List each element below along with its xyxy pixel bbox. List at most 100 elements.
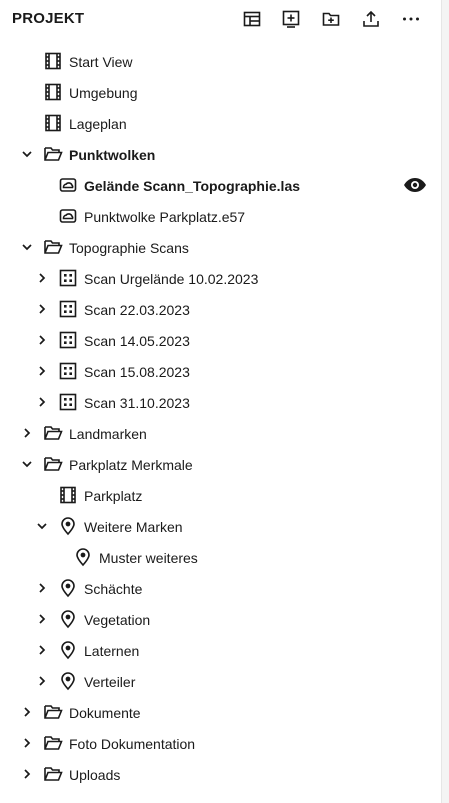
chevron-right-icon[interactable] bbox=[35, 674, 49, 688]
tree-item-label: Parkplatz bbox=[84, 488, 143, 504]
tree-item-label: Scan 14.05.2023 bbox=[84, 333, 190, 349]
tree-item[interactable]: Punktwolke Parkplatz.e57 bbox=[0, 201, 441, 232]
tree-item-label: Gelände Scann_Topographie.las bbox=[84, 178, 301, 194]
tree-item-label: Scan 22.03.2023 bbox=[84, 302, 190, 318]
tree-item-label: Punktwolke Parkplatz.e57 bbox=[84, 209, 246, 225]
folder-open-icon bbox=[43, 237, 63, 257]
scrollbar[interactable] bbox=[441, 0, 449, 803]
tree-item[interactable]: Parkplatz bbox=[0, 480, 441, 511]
chevron-right-icon[interactable] bbox=[20, 426, 34, 440]
tree-item-label: Verteiler bbox=[84, 674, 136, 690]
tree-item[interactable]: Scan Urgelände 10.02.2023 bbox=[0, 263, 441, 294]
tree-item[interactable]: Landmarken bbox=[0, 418, 441, 449]
tree-item[interactable]: Start View bbox=[0, 46, 441, 77]
chevron-right-icon[interactable] bbox=[20, 767, 34, 781]
chevron-right-icon[interactable] bbox=[35, 643, 49, 657]
chevron-right-icon[interactable] bbox=[20, 705, 34, 719]
tree-item-label: Parkplatz Merkmale bbox=[69, 457, 193, 473]
pointcloud-icon bbox=[58, 175, 78, 195]
tree-item-label: Foto Dokumentation bbox=[69, 736, 196, 752]
tree-item-label: Start View bbox=[69, 54, 133, 70]
tree-item-label: Scan 31.10.2023 bbox=[84, 395, 190, 411]
tree-item[interactable]: Laternen bbox=[0, 635, 441, 666]
tree-item-label: Muster weiteres bbox=[99, 550, 198, 566]
tree-item[interactable]: Weitere Marken bbox=[0, 511, 441, 542]
upload-icon[interactable] bbox=[360, 8, 382, 30]
chevron-right-icon[interactable] bbox=[35, 333, 49, 347]
tree-item[interactable]: Uploads bbox=[0, 759, 441, 790]
project-tree: Start View Umgebung Lageplan Punktwolken Gel… bbox=[0, 46, 441, 790]
more-icon[interactable] bbox=[400, 8, 422, 30]
chevron-down-icon[interactable] bbox=[20, 147, 34, 161]
folder-icon bbox=[43, 423, 63, 443]
chevron-down-icon[interactable] bbox=[20, 240, 34, 254]
pin-icon bbox=[73, 547, 93, 567]
tree-item[interactable]: Dokumente bbox=[0, 697, 441, 728]
chevron-right-icon[interactable] bbox=[35, 581, 49, 595]
tree-item[interactable]: Foto Dokumentation bbox=[0, 728, 441, 759]
panel-header: PROJEKT bbox=[0, 0, 441, 40]
tree-item-label: Schächte bbox=[84, 581, 143, 597]
tree-item-label: Scan 15.08.2023 bbox=[84, 364, 190, 380]
pin-icon bbox=[58, 640, 78, 660]
chevron-right-icon[interactable] bbox=[35, 364, 49, 378]
tree-item-label: Uploads bbox=[69, 767, 121, 783]
pointcloud-icon bbox=[58, 206, 78, 226]
scan-icon bbox=[58, 330, 78, 350]
tree-item[interactable]: Schächte bbox=[0, 573, 441, 604]
layout-icon[interactable] bbox=[241, 8, 263, 30]
tree-item-label: Topographie Scans bbox=[69, 240, 189, 256]
tree-item[interactable]: Vegetation bbox=[0, 604, 441, 635]
chevron-right-icon[interactable] bbox=[35, 271, 49, 285]
tree-item[interactable]: Scan 31.10.2023 bbox=[0, 387, 441, 418]
pin-icon bbox=[58, 671, 78, 691]
tree-item[interactable]: Verteiler bbox=[0, 666, 441, 697]
eye-icon[interactable] bbox=[403, 175, 427, 195]
view-icon bbox=[43, 82, 63, 102]
folder-icon bbox=[43, 702, 63, 722]
add-folder-icon[interactable] bbox=[320, 8, 342, 30]
tree-item[interactable]: Umgebung bbox=[0, 77, 441, 108]
scan-icon bbox=[58, 268, 78, 288]
tree-item-label: Umgebung bbox=[69, 85, 138, 101]
chevron-right-icon[interactable] bbox=[35, 302, 49, 316]
tree-item[interactable]: Punktwolken bbox=[0, 139, 441, 170]
add-view-icon[interactable] bbox=[280, 8, 302, 30]
chevron-right-icon[interactable] bbox=[35, 612, 49, 626]
tree-item[interactable]: Scan 14.05.2023 bbox=[0, 325, 441, 356]
tree-item-label: Landmarken bbox=[69, 426, 147, 442]
tree-item-label: Punktwolken bbox=[69, 147, 156, 163]
tree-item[interactable]: Scan 15.08.2023 bbox=[0, 356, 441, 387]
folder-icon bbox=[43, 764, 63, 784]
chevron-down-icon[interactable] bbox=[35, 519, 49, 533]
scan-icon bbox=[58, 299, 78, 319]
view-icon bbox=[58, 485, 78, 505]
scan-icon bbox=[58, 392, 78, 412]
tree-item-label: Scan Urgelände 10.02.2023 bbox=[84, 271, 259, 287]
tree-item[interactable]: Topographie Scans bbox=[0, 232, 441, 263]
tree-item[interactable]: Gelände Scann_Topographie.las bbox=[0, 170, 441, 201]
chevron-right-icon[interactable] bbox=[35, 395, 49, 409]
tree-item[interactable]: Muster weiteres bbox=[0, 542, 441, 573]
pin-icon bbox=[58, 578, 78, 598]
view-icon bbox=[43, 51, 63, 71]
tree-item[interactable]: Lageplan bbox=[0, 108, 441, 139]
pin-icon bbox=[58, 516, 78, 536]
tree-item[interactable]: Parkplatz Merkmale bbox=[0, 449, 441, 480]
project-panel: PROJEKT Start View Umgebung Lageplan Pun… bbox=[0, 0, 441, 803]
folder-open-icon bbox=[43, 144, 63, 164]
scan-icon bbox=[58, 361, 78, 381]
panel-title: PROJEKT bbox=[12, 10, 85, 27]
tree-item-label: Laternen bbox=[84, 643, 140, 659]
folder-open-icon bbox=[43, 454, 63, 474]
chevron-down-icon[interactable] bbox=[20, 457, 34, 471]
view-icon bbox=[43, 113, 63, 133]
tree-item-label: Weitere Marken bbox=[84, 519, 183, 535]
tree-item-label: Dokumente bbox=[69, 705, 141, 721]
tree-item[interactable]: Scan 22.03.2023 bbox=[0, 294, 441, 325]
pin-icon bbox=[58, 609, 78, 629]
tree-item-label: Lageplan bbox=[69, 116, 127, 132]
chevron-right-icon[interactable] bbox=[20, 736, 34, 750]
tree-item-label: Vegetation bbox=[84, 612, 151, 628]
folder-icon bbox=[43, 733, 63, 753]
